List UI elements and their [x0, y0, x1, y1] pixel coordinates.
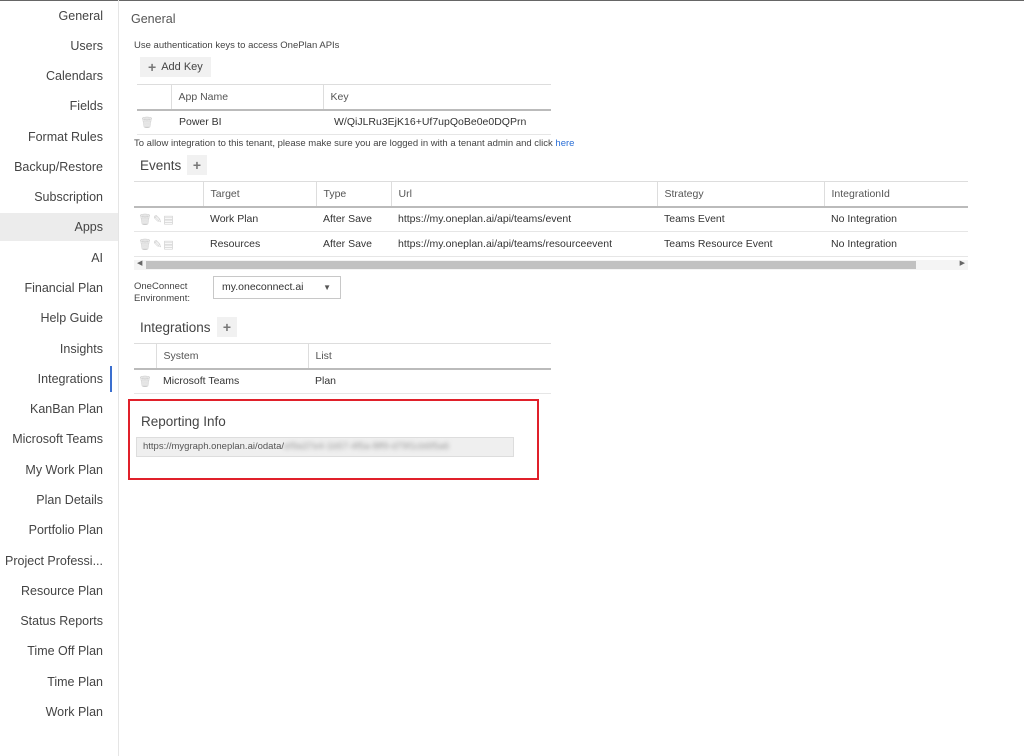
sidebar-item-ai[interactable]: AI [0, 244, 118, 272]
events-header-actions [134, 181, 203, 208]
tenant-note-text: To allow integration to this tenant, ple… [134, 138, 553, 149]
table-row: 🗑 Microsoft Teams Plan [134, 368, 551, 394]
plus-icon: + [222, 319, 232, 335]
plus-icon: + [192, 157, 202, 173]
oneconnect-label-line2: Environment: [134, 293, 190, 304]
sidebar-item-time-plan[interactable]: Time Plan [0, 668, 118, 696]
sidebar-item-help-guide[interactable]: Help Guide [0, 304, 118, 332]
oneconnect-selected-value: my.oneconnect.ai [222, 281, 304, 293]
sidebar-item-apps[interactable]: Apps [0, 213, 118, 241]
sidebar-item-time-off-plan[interactable]: Time Off Plan [0, 637, 118, 665]
events-header-integration-id: IntegrationId [823, 181, 968, 208]
pencil-icon[interactable]: ✎ [153, 239, 163, 251]
oneconnect-label-line1: OneConnect [134, 281, 188, 292]
api-keys-table: App Name Key 🗑 Power BI W/QiJLRu3EjK16+U… [137, 84, 551, 135]
trash-icon[interactable]: 🗑 [138, 214, 153, 226]
table-row: 🗑✎▤ Resources After Save https://my.onep… [134, 231, 968, 257]
sidebar-item-format-rules[interactable]: Format Rules [0, 123, 118, 151]
sidebar-item-financial-plan[interactable]: Financial Plan [0, 274, 118, 302]
sidebar-item-insights[interactable]: Insights [0, 335, 118, 363]
integrations-title: Integrations [140, 320, 211, 335]
sidebar-item-backup-restore[interactable]: Backup/Restore [0, 153, 118, 181]
events-horizontal-scrollbar[interactable]: ◀ ▶ [134, 260, 968, 270]
api-keys-header-actions [137, 84, 171, 111]
events-header-type: Type [315, 181, 391, 208]
event-integration-id-cell: No Integration [824, 231, 968, 257]
trash-icon[interactable]: 🗑 [138, 239, 153, 251]
event-url-cell: https://my.oneplan.ai/api/teams/resource… [391, 231, 657, 257]
api-keys-header-key: Key [322, 84, 551, 111]
event-url-cell: https://my.oneplan.ai/api/teams/event [391, 206, 657, 232]
plus-icon: + [148, 59, 157, 75]
sidebar-item-portfolio-plan[interactable]: Portfolio Plan [0, 516, 118, 544]
add-key-label: Add Key [161, 61, 203, 73]
clipboard-icon[interactable]: ▤ [163, 239, 174, 251]
scroll-left-icon[interactable]: ◀ [137, 259, 142, 267]
events-title: Events [140, 158, 182, 173]
scroll-right-icon[interactable]: ▶ [960, 259, 965, 267]
sidebar-item-plan-details[interactable]: Plan Details [0, 486, 118, 514]
trash-icon[interactable]: 🗑 [134, 368, 156, 394]
trash-icon[interactable]: 🗑 [137, 109, 171, 135]
general-description: Use authentication keys to access OnePla… [134, 40, 340, 51]
add-key-button[interactable]: + Add Key [140, 57, 211, 77]
sidebar-item-integrations[interactable]: Integrations [0, 365, 118, 393]
events-table: Target Type Url Strategy IntegrationId 🗑… [134, 181, 968, 257]
sidebar-item-general[interactable]: General [0, 2, 118, 30]
integrations-table: System List 🗑 Microsoft Teams Plan [134, 343, 551, 394]
event-type-cell: After Save [316, 231, 391, 257]
api-keys-header-app-name: App Name [170, 84, 323, 111]
sidebar-item-work-plan[interactable]: Work Plan [0, 698, 118, 726]
reporting-url-field[interactable]: https://mygraph.oneplan.ai/odata/ef9a37e… [136, 437, 514, 457]
sidebar-item-microsoft-teams[interactable]: Microsoft Teams [0, 425, 118, 453]
sidebar-item-my-work-plan[interactable]: My Work Plan [0, 456, 118, 484]
general-title: General [131, 12, 176, 26]
reporting-info-title: Reporting Info [141, 414, 226, 429]
sidebar-item-calendars[interactable]: Calendars [0, 62, 118, 90]
table-row: 🗑 Power BI W/QiJLRu3EjK16+Uf7upQoBe0e0DQ… [137, 109, 551, 135]
sidebar-item-fields[interactable]: Fields [0, 92, 118, 120]
event-target-cell: Resources [203, 231, 316, 257]
oneconnect-label: OneConnect Environment: [134, 281, 190, 305]
clipboard-icon[interactable]: ▤ [163, 214, 174, 226]
sidebar-item-users[interactable]: Users [0, 32, 118, 60]
add-integration-button[interactable]: + [217, 317, 237, 337]
key-cell: W/QiJLRu3EjK16+Uf7upQoBe0e0DQPrn [323, 109, 551, 135]
sidebar-item-status-reports[interactable]: Status Reports [0, 607, 118, 635]
reporting-url-obscured: ef9a37e4-1b57-4f5a-8ff9-d79f1cb6f5a6 [284, 441, 450, 452]
event-type-cell: After Save [316, 206, 391, 232]
pencil-icon[interactable]: ✎ [153, 214, 163, 226]
chevron-down-icon: ▼ [323, 283, 331, 292]
tenant-note: To allow integration to this tenant, ple… [134, 138, 574, 149]
integrations-header-list: List [307, 343, 551, 370]
main-content: General Use authentication keys to acces… [119, 0, 1024, 756]
event-strategy-cell: Teams Event [657, 206, 824, 232]
table-row: 🗑✎▤ Work Plan After Save https://my.onep… [134, 206, 968, 232]
add-event-button[interactable]: + [187, 155, 207, 175]
reporting-url-prefix: https://mygraph.oneplan.ai/odata/ [143, 441, 285, 452]
events-header-url: Url [390, 181, 657, 208]
events-header-target: Target [202, 181, 316, 208]
integration-system-cell: Microsoft Teams [156, 368, 308, 394]
here-link[interactable]: here [555, 138, 574, 149]
scrollbar-thumb[interactable] [146, 261, 916, 269]
row-actions: 🗑✎▤ [134, 231, 203, 257]
event-strategy-cell: Teams Resource Event [657, 231, 824, 257]
sidebar-item-kanban-plan[interactable]: KanBan Plan [0, 395, 118, 423]
event-integration-id-cell: No Integration [824, 206, 968, 232]
row-actions: 🗑✎▤ [134, 206, 203, 232]
settings-sidebar: General Users Calendars Fields Format Ru… [0, 0, 119, 756]
sidebar-item-subscription[interactable]: Subscription [0, 183, 118, 211]
sidebar-item-project-professional[interactable]: Project Professi... [0, 547, 118, 575]
integration-list-cell: Plan [308, 368, 551, 394]
reporting-info-panel: Reporting Info https://mygraph.oneplan.a… [128, 399, 539, 480]
event-target-cell: Work Plan [203, 206, 316, 232]
sidebar-item-resource-plan[interactable]: Resource Plan [0, 577, 118, 605]
app-name-cell: Power BI [171, 109, 323, 135]
integrations-header-actions [134, 343, 156, 370]
events-header-strategy: Strategy [656, 181, 824, 208]
oneconnect-environment-select[interactable]: my.oneconnect.ai ▼ [213, 276, 341, 299]
integrations-header-system: System [155, 343, 308, 370]
